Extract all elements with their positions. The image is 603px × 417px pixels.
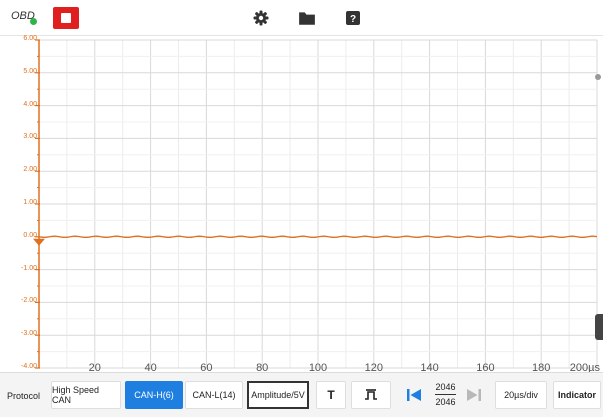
protocol-select[interactable]: High Speed CAN (51, 381, 121, 409)
protocol-label: Protocol (7, 391, 41, 401)
indicator-button[interactable]: Indicator (553, 381, 601, 409)
skip-forward-icon (467, 389, 481, 401)
channel-can-h-button[interactable]: CAN-H(6) (125, 381, 183, 409)
y-tick-label: -3.00 (21, 330, 37, 338)
y-tick-label: 5.00 (23, 67, 37, 75)
stop-button[interactable] (53, 7, 79, 29)
side-panel-toggle[interactable] (595, 314, 603, 340)
gear-icon[interactable] (252, 10, 270, 26)
last-page-button[interactable] (460, 381, 488, 409)
page-divider (435, 394, 456, 395)
y-tick-label: 0.00 (23, 231, 37, 239)
help-icon[interactable]: ? (344, 10, 362, 26)
page-indicator: 2046 2046 (433, 381, 458, 409)
y-tick-label: 4.00 (23, 100, 37, 108)
stop-icon (61, 13, 71, 23)
obd-status-icon (30, 18, 37, 25)
trigger-button[interactable]: T (316, 381, 346, 409)
trigger-edge-button[interactable] (351, 381, 391, 409)
top-toolbar: OBD ? (0, 0, 603, 36)
waveform-svg (33, 39, 598, 369)
waveform-chart[interactable]: 6.00 5.00 4.00 3.00 2.00 1.00 0.00 -1.00 -2.00 -3… (0, 35, 603, 374)
y-tick-label: 1.00 (23, 199, 37, 206)
y-tick-label: 3.00 (23, 133, 37, 141)
panel-handle-dot[interactable] (595, 74, 601, 80)
y-tick-label: -2.00 (21, 297, 37, 305)
svg-text:?: ? (350, 14, 356, 25)
y-tick-label: 6.00 (23, 35, 37, 42)
skip-back-icon (407, 389, 421, 401)
y-tick-label: -4.00 (21, 363, 37, 370)
first-page-button[interactable] (398, 381, 430, 409)
y-tick-label: -1.00 (21, 264, 37, 272)
control-bar: Protocol High Speed CAN CAN-H(6) CAN-L(1… (0, 372, 603, 417)
amplitude-button[interactable]: Amplitude/5V (247, 381, 309, 409)
y-tick-label: 2.00 (23, 166, 37, 174)
timebase-select[interactable]: 20µs/div (495, 381, 547, 409)
page-total: 2046 (435, 397, 456, 407)
page-current: 2046 (435, 382, 456, 392)
folder-icon[interactable] (298, 10, 316, 26)
trigger-edge-icon (365, 389, 377, 400)
ground-marker-icon (33, 238, 45, 246)
channel-can-l-button[interactable]: CAN-L(14) (185, 381, 243, 409)
